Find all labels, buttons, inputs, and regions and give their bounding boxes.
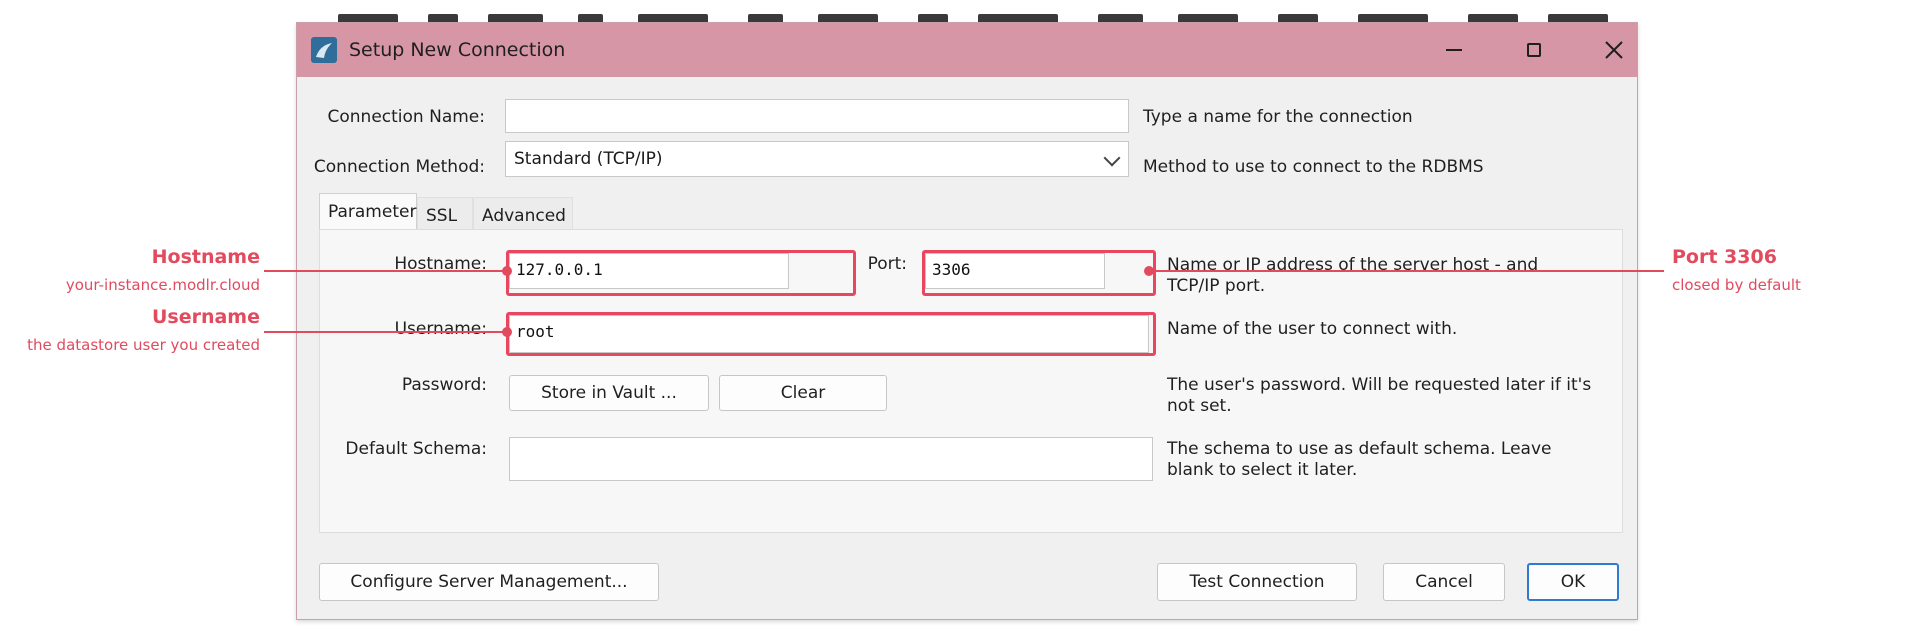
tab-parameters[interactable]: Parameters: [319, 193, 425, 229]
host-hint-line2: TCP/IP port.: [1167, 276, 1266, 296]
default-schema-label: Default Schema:: [345, 439, 487, 459]
username-label: Username:: [394, 319, 487, 339]
port-label: Port:: [867, 254, 907, 274]
connection-method-select[interactable]: Standard (TCP/IP): [505, 141, 1129, 177]
username-hint: Name of the user to connect with.: [1167, 319, 1458, 339]
schema-hint-line2: blank to select it later.: [1167, 460, 1358, 480]
cancel-button[interactable]: Cancel: [1383, 563, 1505, 601]
hostname-callout-title: Hostname: [151, 246, 260, 268]
username-callout-title: Username: [151, 306, 260, 328]
password-label: Password:: [401, 375, 487, 395]
default-schema-input[interactable]: [509, 437, 1153, 481]
chevron-down-icon: [1103, 149, 1121, 167]
close-button[interactable]: [1599, 35, 1629, 65]
hostname-callout-subtitle: your-instance.modlr.cloud: [65, 276, 260, 294]
port-callout-dot: [1144, 266, 1154, 276]
tab-advanced[interactable]: Advanced: [473, 197, 573, 229]
password-hint-line1: The user's password. Will be requested l…: [1167, 375, 1592, 395]
connection-name-hint: Type a name for the connection: [1143, 107, 1413, 127]
test-connection-button[interactable]: Test Connection: [1157, 563, 1357, 601]
hostname-callout-dot: [502, 266, 512, 276]
password-hint: The user's password. Will be requested l…: [1167, 375, 1591, 417]
port-callout-title: Port 3306: [1672, 246, 1777, 268]
maximize-button[interactable]: [1519, 35, 1549, 65]
host-hint-line1: Name or IP address of the server host - …: [1167, 255, 1539, 275]
clear-password-button[interactable]: Clear: [719, 375, 887, 411]
connection-method-label: Connection Method:: [313, 157, 485, 177]
tab-ssl[interactable]: SSL: [417, 197, 473, 229]
connection-method-value: Standard (TCP/IP): [514, 149, 663, 169]
minimize-icon: [1446, 49, 1462, 51]
schema-hint: The schema to use as default schema. Lea…: [1167, 439, 1552, 481]
ok-button[interactable]: OK: [1527, 563, 1619, 601]
setup-connection-dialog: Setup New Connection Connection Name: Ty…: [296, 22, 1638, 620]
port-highlight: [922, 250, 1156, 296]
host-hint: Name or IP address of the server host - …: [1167, 255, 1538, 297]
hostname-callout-line: [264, 270, 510, 272]
store-in-vault-button[interactable]: Store in Vault ...: [509, 375, 709, 411]
schema-hint-line1: The schema to use as default schema. Lea…: [1167, 439, 1552, 459]
port-callout-subtitle: closed by default: [1672, 276, 1801, 294]
username-callout-line: [264, 331, 510, 333]
connection-method-hint: Method to use to connect to the RDBMS: [1143, 157, 1484, 177]
configure-server-management-button[interactable]: Configure Server Management...: [319, 563, 659, 601]
password-hint-line2: not set.: [1167, 396, 1232, 416]
close-icon: [1605, 41, 1623, 59]
connection-name-input[interactable]: [505, 99, 1129, 133]
username-highlight: [506, 312, 1156, 356]
title-bar[interactable]: Setup New Connection: [297, 23, 1637, 77]
dialog-title: Setup New Connection: [349, 39, 566, 61]
hostname-highlight: [506, 250, 856, 296]
username-callout-subtitle: the datastore user you created: [27, 336, 260, 354]
connection-name-label: Connection Name:: [327, 107, 485, 127]
minimize-button[interactable]: [1439, 35, 1469, 65]
username-callout-dot: [502, 327, 512, 337]
port-callout-line: [1150, 270, 1664, 272]
mysql-workbench-icon: [311, 37, 337, 63]
maximize-icon: [1527, 43, 1541, 57]
